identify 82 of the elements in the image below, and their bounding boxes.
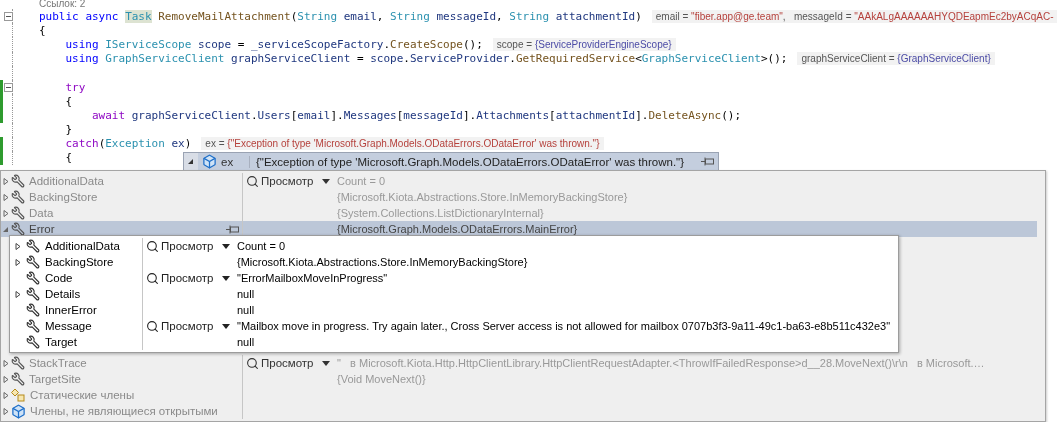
- member-value: {Microsoft.Kiota.Abstractions.Store.InMemoryBackingStore}: [337, 191, 629, 203]
- member-name: Статические члены: [30, 389, 135, 401]
- code-line: await graphServiceClient.Users[email].Messages[messageId].Attachments[attachmentId].DeleteAsync();: [91, 108, 742, 122]
- member-name: Target: [45, 336, 77, 348]
- wrench-icon: [11, 206, 25, 220]
- member-name: BackingStore: [29, 191, 98, 203]
- code-line: public async Task RemoveMailAttachment(String email, String messageId, String attachmentId): [39, 9, 642, 23]
- cube-icon: [202, 154, 217, 169]
- search-icon: [246, 174, 259, 188]
- member-value: " в Microsoft.Kiota.Http.HttpClientLibrary.HttpClientRequestAdapter.<ThrowIfFailedResponse>d__28.MoveNext()\r\n в Microsoft.…: [337, 357, 986, 369]
- pin-icon[interactable]: [226, 224, 239, 234]
- wrench-icon: [26, 335, 40, 349]
- search-icon: [146, 319, 159, 333]
- member-value: {System.Collections.ListDictionaryInternal}: [337, 207, 545, 219]
- wrench-icon: [26, 319, 40, 333]
- member-name: Details: [45, 288, 81, 300]
- view-dropdown-button[interactable]: Просмотр: [246, 356, 330, 370]
- member-value: {Microsoft.Kiota.Abstractions.Store.InMemoryBackingStore}: [237, 256, 529, 268]
- code-line: {: [64, 94, 73, 108]
- search-icon: [246, 356, 259, 370]
- member-name: Члены, не являющиеся открытыми: [30, 405, 218, 417]
- view-dropdown-button[interactable]: Просмотр: [146, 239, 230, 253]
- wrench-icon: [11, 356, 25, 370]
- wrench-icon: [11, 372, 25, 386]
- member-name: Message: [45, 320, 92, 332]
- caret-icon: [321, 178, 330, 184]
- caret-icon: [221, 243, 230, 249]
- static-members-icon: [11, 388, 26, 402]
- code-line: catch(Exception ex): [64, 137, 192, 151]
- code-line: using GraphServiceClient graphServiceClient = scope.ServiceProvider.GetRequiredService<GraphServiceClient>();: [64, 52, 788, 66]
- code-line: {: [64, 151, 73, 165]
- wrench-icon: [11, 174, 25, 188]
- member-name: BackingStore: [45, 256, 114, 268]
- member-value: null: [237, 288, 256, 300]
- search-icon: [146, 239, 159, 253]
- wrench-icon: [11, 222, 25, 236]
- collapsed-arrow-icon[interactable]: [15, 290, 21, 298]
- expanded-arrow-icon[interactable]: [188, 158, 194, 165]
- member-value: {Microsoft.Graph.Models.ODataErrors.MainError}: [337, 223, 579, 235]
- inline-value-hint: ex = {"Exception of type 'Microsoft.Graph.Models.ODataErrors.ODataError' was thrown."}: [201, 137, 604, 151]
- view-dropdown-button[interactable]: Просмотр: [246, 174, 330, 188]
- member-name: Data: [29, 207, 54, 219]
- member-name: InnerError: [45, 304, 97, 316]
- wrench-icon: [26, 271, 40, 285]
- caret-icon: [321, 360, 330, 366]
- search-icon: [146, 271, 159, 285]
- caret-icon: [221, 275, 230, 281]
- member-name: Error: [29, 223, 55, 235]
- member-value: Count = 0: [337, 175, 386, 187]
- member-name: AdditionalData: [45, 240, 120, 252]
- cube-icon: [11, 403, 26, 419]
- member-value: null: [237, 304, 256, 316]
- reference-count-label[interactable]: Ссылок: 2: [39, 0, 86, 9]
- code-line: using IServiceScope scope = _serviceScopeFactory.CreateScope();: [64, 37, 483, 51]
- member-value: {Void MoveNext()}: [337, 373, 427, 385]
- code-line: }: [64, 123, 73, 137]
- collapse-toggle[interactable]: [4, 82, 13, 92]
- inline-value-hint: scope = {ServiceProviderEngineScope}: [492, 37, 676, 51]
- wrench-icon: [26, 255, 40, 269]
- member-name: Code: [45, 272, 73, 284]
- inline-value-hint: email = "fiber.app@ge.team", messageId = "AAkALgAAAAAAHYQDEapmEc2byACqAC-: [651, 9, 1058, 23]
- code-line: try: [64, 80, 86, 94]
- member-value: Count = 0: [237, 240, 286, 252]
- wrench-icon: [26, 287, 40, 301]
- member-value: "ErrorMailboxMoveInProgress": [237, 272, 389, 284]
- member-value: "Mailbox move in progress. Try again later., Cross Server access is not allowed for mailbox 0707b3f3-9a11-49c1-ba63-e8b511c432e3": [237, 320, 891, 332]
- variable-name: ex: [221, 155, 235, 168]
- view-dropdown-button[interactable]: Просмотр: [146, 319, 230, 333]
- member-name: StackTrace: [29, 357, 87, 369]
- caret-icon: [221, 323, 230, 329]
- collapse-toggle[interactable]: [4, 11, 13, 21]
- variable-value: {"Exception of type 'Microsoft.Graph.Models.ODataErrors.ODataError' was thrown."}: [249, 155, 701, 168]
- member-name: TargetSite: [29, 373, 81, 385]
- view-dropdown-button[interactable]: Просмотр: [146, 271, 230, 285]
- wrench-icon: [11, 190, 25, 204]
- wrench-icon: [26, 303, 40, 317]
- pin-icon[interactable]: [701, 157, 714, 166]
- member-value: null: [237, 336, 256, 348]
- wrench-icon: [26, 239, 40, 253]
- code-line: {: [39, 23, 46, 37]
- inline-value-hint: graphServiceClient = {GraphServiceClient}: [797, 52, 995, 66]
- member-name: AdditionalData: [29, 175, 104, 187]
